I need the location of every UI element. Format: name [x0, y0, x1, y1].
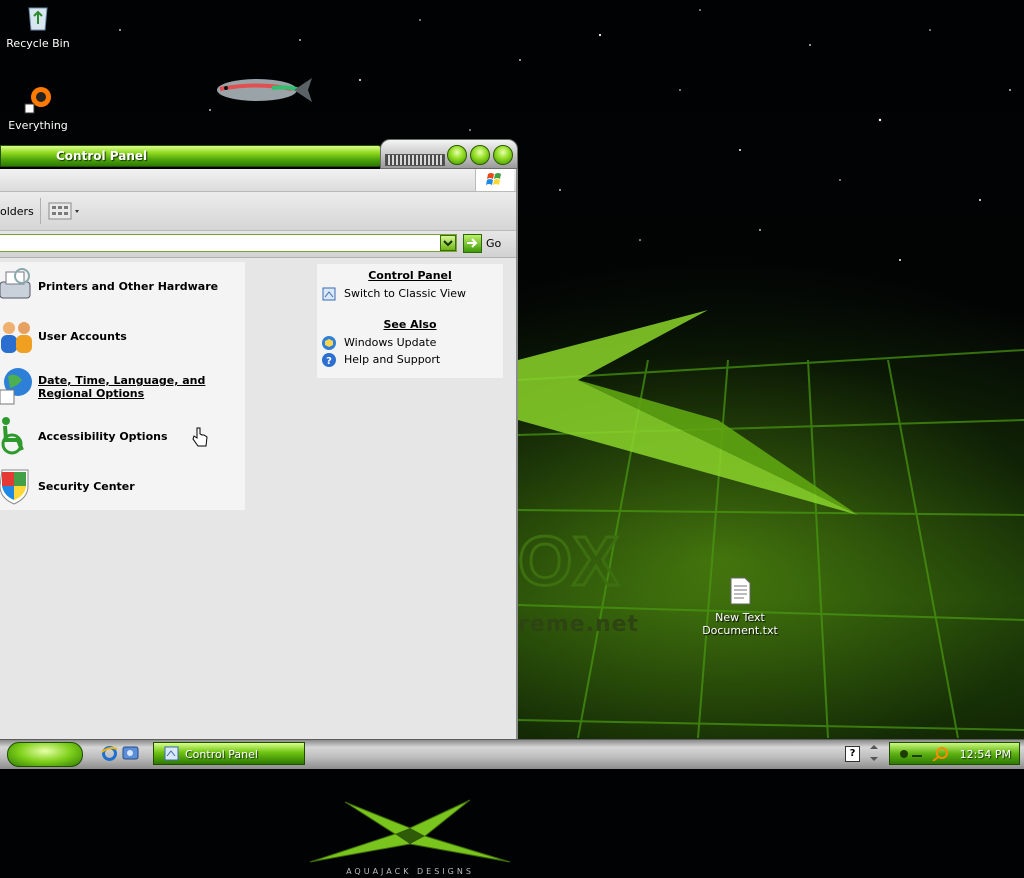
control-panel-window: Control Panel olders Go Printers and Oth… [0, 139, 518, 876]
folders-button[interactable]: olders [0, 205, 34, 218]
taskbar: Control Panel ? 12:54 PM [0, 739, 1024, 769]
wallpaper-brand-text: reme.net [518, 612, 640, 637]
switch-classic-view-label: Switch to Classic View [344, 287, 467, 300]
category-user-accounts[interactable]: User Accounts [0, 312, 245, 362]
help-tray-icon[interactable]: ? [845, 746, 860, 762]
title-bar-controls [380, 139, 518, 169]
see-also-heading: See Also [383, 318, 437, 331]
toolbar-separator [40, 198, 41, 224]
menu-bar [0, 169, 516, 192]
recycle-bin-desktop-icon[interactable]: Recycle Bin [0, 2, 76, 50]
views-button[interactable] [48, 201, 82, 221]
category-security-center[interactable]: Security Center [0, 462, 245, 512]
address-dropdown-button[interactable] [440, 235, 456, 251]
taskbar-task-label: Control Panel [185, 748, 258, 761]
system-tray: 12:54 PM [889, 742, 1020, 765]
go-arrow-icon [463, 234, 482, 253]
clock: 12:54 PM [959, 748, 1011, 761]
chevron-down-icon [443, 240, 453, 247]
wallpaper-grid: OX [518, 310, 1024, 738]
category-label: Printers and Other Hardware [38, 280, 219, 293]
address-input[interactable] [0, 234, 457, 252]
category-date-time-language[interactable]: Date, Time, Language, and Regional Optio… [0, 362, 245, 412]
maximize-button[interactable] [470, 145, 490, 165]
side-task-panel: Control Panel Switch to Classic View See… [317, 264, 503, 378]
taskbar-control-panel-button[interactable]: Control Panel [153, 742, 305, 765]
recycle-bin-label: Recycle Bin [6, 37, 70, 50]
svg-text:?: ? [326, 356, 332, 367]
category-label: Security Center [38, 480, 135, 493]
close-button[interactable] [493, 145, 513, 165]
users-icon [1, 322, 32, 353]
go-button[interactable]: Go [463, 234, 513, 254]
minimize-button[interactable] [447, 145, 467, 165]
aquajack-logo: AQUAJACK DESIGNS [309, 799, 511, 876]
shield-icon [0, 469, 29, 505]
new-text-document-desktop-icon[interactable]: New Text Document.txt [702, 576, 778, 637]
everything-label: Everything [8, 119, 68, 132]
category-printers-hardware[interactable]: Printers and Other Hardware [0, 262, 245, 312]
recycle-bin-icon [28, 7, 48, 31]
category-list: Printers and Other Hardware User Account… [0, 262, 245, 510]
toolbar: olders [0, 192, 516, 231]
fish-decoration [217, 78, 312, 102]
start-button[interactable] [7, 742, 83, 767]
category-label: User Accounts [38, 330, 127, 343]
everything-icon [24, 87, 51, 114]
internet-explorer-icon[interactable] [101, 745, 118, 762]
windows-update-label: Windows Update [344, 336, 437, 349]
logo-caption: AQUAJACK DESIGNS [346, 867, 474, 876]
globe-clock-icon [0, 368, 32, 405]
control-panel-content: Printers and Other Hardware User Account… [0, 258, 516, 876]
printer-icon [0, 268, 31, 299]
svg-text:OX: OX [518, 522, 619, 600]
go-label: Go [486, 237, 502, 250]
show-desktop-icon[interactable] [122, 745, 139, 762]
everything-desktop-icon[interactable]: Everything [0, 84, 76, 132]
views-icon [48, 202, 79, 220]
grill-decoration [385, 154, 445, 166]
help-icon: ? [322, 353, 336, 367]
category-label: Accessibility Options [38, 430, 168, 443]
windows-logo [475, 169, 514, 191]
address-bar: Go [0, 231, 516, 258]
wheelchair-icon [1, 417, 24, 455]
category-label: Date, Time, Language, and Regional Optio… [38, 374, 206, 400]
tray-arrows-icon[interactable] [867, 743, 881, 763]
tray-status-icons[interactable] [898, 747, 948, 761]
windows-flag-icon [486, 173, 501, 185]
window-client-area: olders Go Printers and Other Hardware Us… [0, 169, 518, 876]
window-title: Control Panel [56, 149, 148, 163]
classic-view-icon [322, 287, 336, 301]
control-panel-heading: Control Panel [368, 269, 452, 282]
text-document-icon [730, 577, 751, 605]
help-and-support-label: Help and Support [344, 353, 441, 366]
title-bar[interactable]: Control Panel [0, 139, 518, 169]
hand-cursor-icon [192, 427, 208, 447]
title-bar-green: Control Panel [0, 145, 382, 167]
control-panel-taskbar-icon [164, 746, 179, 761]
windows-update-icon [322, 336, 336, 350]
new-text-document-label: New Text Document.txt [702, 611, 778, 637]
